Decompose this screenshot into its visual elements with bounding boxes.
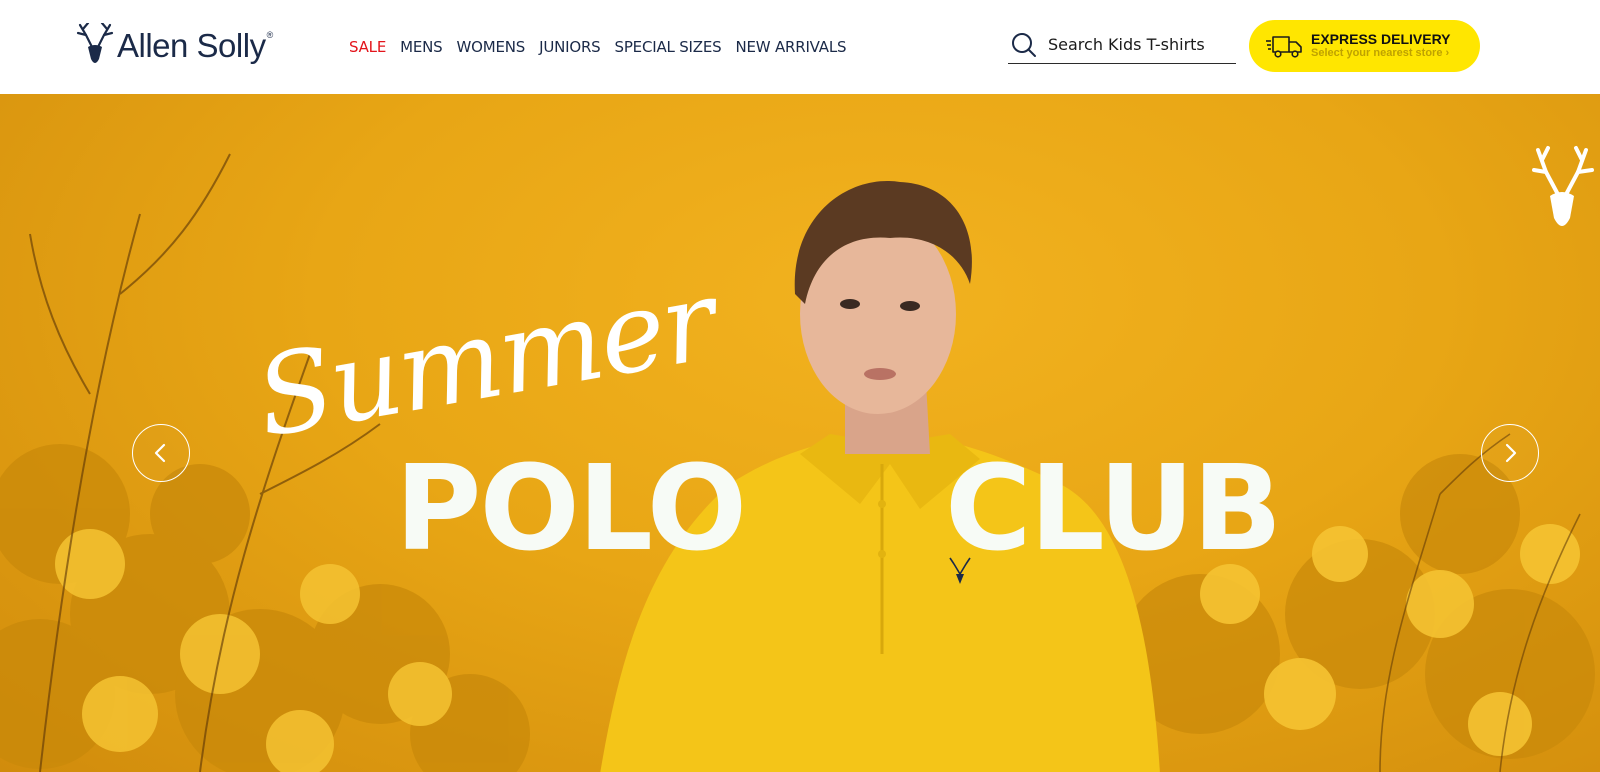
main-nav: SALE MENS WOMENS JUNIORS SPECIAL SIZES N…: [349, 38, 860, 56]
logo-text: Allen Solly: [117, 26, 266, 64]
express-delivery-subtitle: Select your nearest store ›: [1311, 47, 1450, 59]
stag-watermark-icon: [1532, 146, 1594, 226]
search-icon: [1012, 32, 1036, 57]
nav-item-sale[interactable]: SALE: [349, 38, 386, 56]
chevron-left-icon: [154, 443, 166, 463]
registered-mark: ®: [266, 30, 274, 40]
carousel-prev-button[interactable]: [132, 424, 190, 482]
search-placeholder: Search Kids T-shirts: [1048, 35, 1205, 54]
express-delivery-title: EXPRESS DELIVERY: [1311, 31, 1451, 47]
hero-title-polo: POLO: [395, 439, 747, 577]
stag-icon: [76, 23, 114, 63]
brand-logo[interactable]: Allen Solly ®: [76, 22, 273, 68]
delivery-truck-icon: [1266, 36, 1302, 58]
express-delivery-texts: EXPRESS DELIVERY Select your nearest sto…: [1311, 32, 1451, 60]
nav-item-womens[interactable]: WOMENS: [456, 38, 525, 56]
express-delivery-button[interactable]: EXPRESS DELIVERY Select your nearest sto…: [1249, 20, 1480, 72]
nav-item-new-arrivals[interactable]: NEW ARRIVALS: [735, 38, 846, 56]
nav-item-juniors[interactable]: JUNIORS: [539, 38, 601, 56]
chevron-right-icon: [1505, 443, 1517, 463]
search-input[interactable]: Search Kids T-shirts: [1008, 26, 1236, 64]
nav-item-special-sizes[interactable]: SPECIAL SIZES: [615, 38, 722, 56]
hero-banner[interactable]: Summer POLO CLUB: [0, 94, 1600, 772]
site-header: Allen Solly ® SALE MENS WOMENS JUNIORS S…: [0, 0, 1600, 94]
hero-title-club: CLUB: [945, 439, 1282, 577]
carousel-next-button[interactable]: [1481, 424, 1539, 482]
nav-item-mens[interactable]: MENS: [400, 38, 443, 56]
